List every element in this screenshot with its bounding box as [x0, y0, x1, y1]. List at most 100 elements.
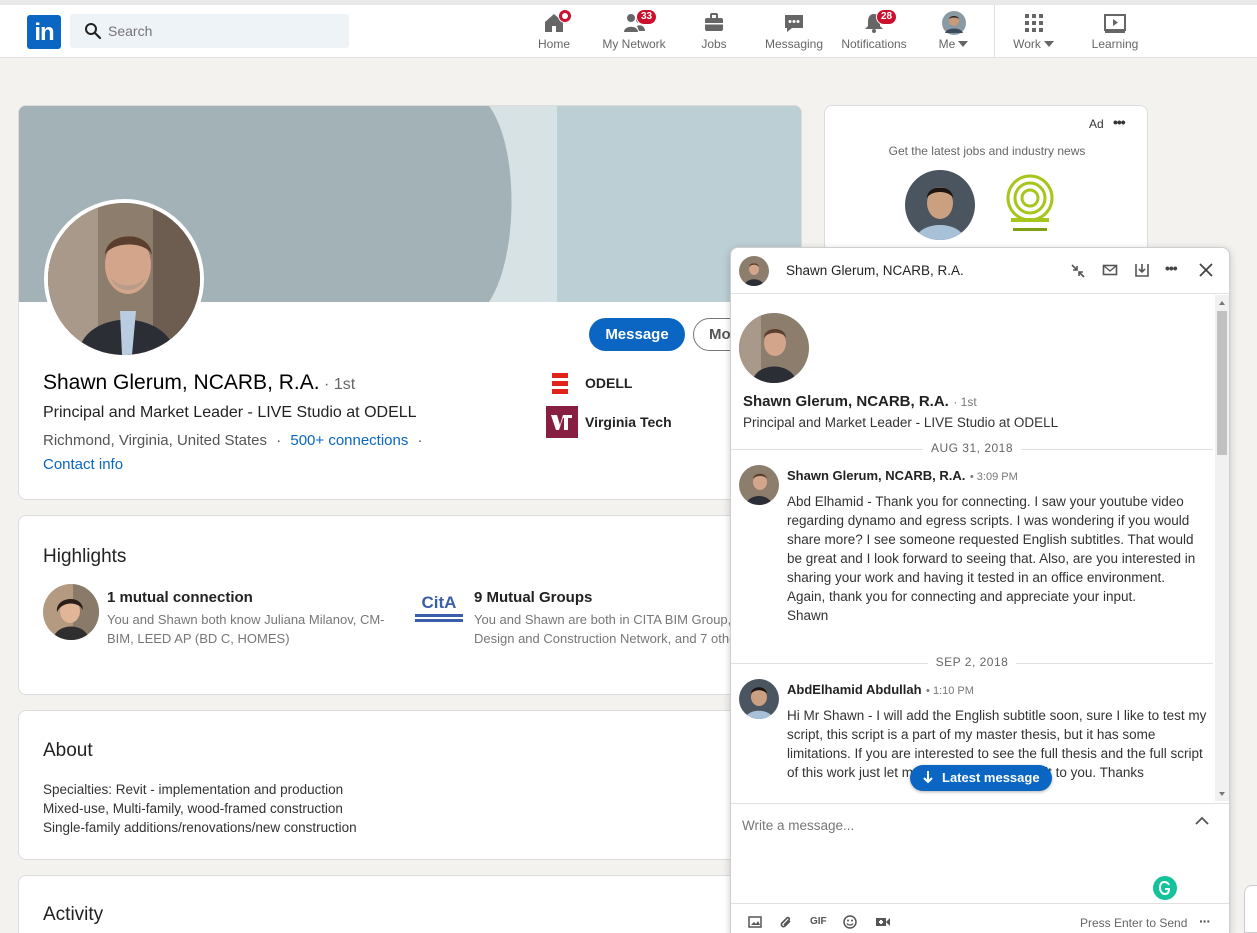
message-header: Shawn Glerum, NCARB, R.A. • 3:09 PM [787, 467, 1018, 485]
send-hint: Press Enter to Send [1080, 916, 1188, 930]
ad-company-logo [1003, 174, 1057, 238]
home-dot-badge [558, 9, 572, 23]
date-label: AUG 31, 2018 [922, 441, 1022, 455]
arrow-down-icon [923, 771, 933, 784]
scroll-down-icon[interactable] [1215, 789, 1229, 799]
close-icon[interactable] [1199, 263, 1213, 277]
contact-degree: · 1st [953, 395, 977, 409]
ad-user-avatar [905, 170, 975, 240]
nav-jobs[interactable]: Jobs [690, 11, 738, 57]
expand-compose-icon[interactable] [1194, 816, 1210, 826]
date-label: SEP 2, 2018 [927, 655, 1017, 669]
profile-name: Shawn Glerum, NCARB, R.A. [43, 371, 320, 394]
profile-photo-image [48, 203, 200, 355]
latest-message-button[interactable]: Latest message [910, 765, 1052, 791]
nav-me[interactable]: Me [930, 11, 978, 57]
separator-dot: · [276, 432, 282, 449]
side-panel-edge[interactable] [1244, 885, 1257, 933]
search-bar[interactable] [70, 14, 349, 48]
profile-headline: Principal and Market Leader - LIVE Studi… [43, 404, 417, 421]
message-button[interactable]: Message [589, 318, 685, 351]
mutual-groups-title[interactable]: 9 Mutual Groups [474, 589, 592, 606]
ad-label: Ad [1089, 117, 1104, 131]
messaging-icon [785, 15, 803, 32]
nav-label: My Network [602, 37, 666, 51]
scroll-up-icon[interactable] [1215, 298, 1229, 308]
ad-card: Ad ••• Get the latest jobs and industry … [824, 105, 1148, 255]
mail-icon[interactable] [1102, 263, 1118, 277]
experience-odell[interactable]: ODELL [585, 375, 632, 391]
experience-virginia-tech[interactable]: Virginia Tech [585, 414, 672, 430]
nav-label: Learning [1091, 37, 1139, 51]
profile-location: Richmond, Virginia, United States [43, 432, 268, 449]
chevron-down-icon [1043, 41, 1054, 47]
profile-location-row: Richmond, Virginia, United States · 500+… [43, 432, 423, 449]
chat-window: Shawn Glerum, NCARB, R.A. ••• Shawn Gler… [730, 247, 1230, 933]
compose-toolbar: GIF Press Enter to Send ··· [731, 903, 1229, 933]
chat-more-icon[interactable]: ••• [1165, 260, 1178, 276]
top-navigation-bar: in Home 33 My Network Jobs Messaging 28 … [0, 0, 1257, 58]
collapse-icon[interactable] [1069, 262, 1087, 280]
message-header: AbdElhamid Abdullah • 1:10 PM [787, 681, 974, 699]
pop-out-icon[interactable] [1134, 262, 1150, 278]
about-card: About Specialties: Revit - implementatio… [18, 710, 802, 860]
nav-notifications[interactable]: 28 Notifications [838, 9, 910, 57]
nav-label: Me [938, 37, 956, 51]
chat-header[interactable]: Shawn Glerum, NCARB, R.A. ••• [731, 248, 1229, 294]
sender-avatar[interactable] [739, 465, 779, 505]
gif-button[interactable]: GIF [810, 916, 827, 927]
ad-text: Get the latest jobs and industry news [888, 144, 1086, 158]
mutual-connection-avatar[interactable] [43, 584, 99, 640]
search-input[interactable] [108, 14, 338, 48]
nav-divider [994, 5, 995, 57]
work-label-wrap: Work [1010, 37, 1058, 51]
image-icon[interactable] [748, 916, 762, 928]
nav-learning[interactable]: Learning [1088, 11, 1142, 57]
ad-more-icon[interactable]: ••• [1113, 114, 1126, 130]
highlights-card: Highlights 1 mutual connection You and S… [18, 515, 802, 695]
message-sender[interactable]: AbdElhamid Abdullah [787, 682, 922, 697]
about-line: Specialties: Revit - implementation and … [43, 782, 344, 797]
nav-messaging[interactable]: Messaging [762, 11, 826, 57]
mutual-connection-title[interactable]: 1 mutual connection [107, 589, 253, 606]
connections-link[interactable]: 500+ connections [290, 432, 408, 449]
nav-label: Notifications [841, 37, 907, 51]
odell-logo [546, 368, 578, 400]
contact-name[interactable]: Shawn Glerum, NCARB, R.A. [743, 393, 949, 410]
emoji-icon[interactable] [843, 915, 857, 929]
compose-input[interactable]: Write a message... [742, 818, 854, 833]
chat-header-name[interactable]: Shawn Glerum, NCARB, R.A. [786, 263, 964, 278]
about-line: Mixed-use, Multi-family, wood-framed con… [43, 801, 343, 816]
virginia-tech-logo [546, 406, 578, 438]
me-label-wrap: Me [930, 37, 978, 51]
scrollbar-thumb[interactable] [1217, 311, 1227, 455]
briefcase-icon [705, 13, 723, 31]
profile-photo[interactable] [44, 199, 204, 359]
nav-my-network[interactable]: 33 My Network [600, 9, 668, 57]
message-time: • 3:09 PM [969, 471, 1018, 483]
nav-work[interactable]: Work [1010, 11, 1058, 57]
activity-card: Activity [18, 875, 802, 933]
attachment-icon[interactable] [779, 915, 793, 929]
toolbar-more-icon[interactable]: ··· [1199, 913, 1211, 929]
avatar-icon [942, 11, 966, 35]
scrollbar[interactable] [1215, 295, 1229, 801]
video-call-icon[interactable] [875, 916, 891, 928]
cita-group-logo: CitA [411, 594, 467, 630]
nav-label: Jobs [701, 37, 727, 51]
mutual-groups-desc: You and Shawn are both in CITA BIM Group… [474, 612, 741, 646]
contact-avatar[interactable] [739, 313, 809, 383]
sender-avatar[interactable] [739, 679, 779, 719]
chat-header-avatar [739, 256, 769, 286]
message-body: Abd Elhamid - Thank you for connecting. … [787, 494, 1196, 623]
separator-dot: · [417, 432, 423, 449]
nav-home[interactable]: Home [530, 9, 578, 57]
message-list[interactable]: Shawn Glerum, NCARB, R.A. · 1st Principa… [731, 295, 1229, 803]
linkedin-logo[interactable]: in [27, 15, 61, 49]
message-sender[interactable]: Shawn Glerum, NCARB, R.A. [787, 468, 965, 483]
highlights-title: Highlights [43, 546, 127, 567]
grammarly-icon[interactable] [1153, 876, 1177, 900]
about-line: Single-family additions/renovations/new … [43, 820, 357, 835]
contact-info-link[interactable]: Contact info [43, 456, 123, 473]
profile-card: Message More Shawn Glerum, NCARB, R.A. ·… [18, 105, 802, 500]
